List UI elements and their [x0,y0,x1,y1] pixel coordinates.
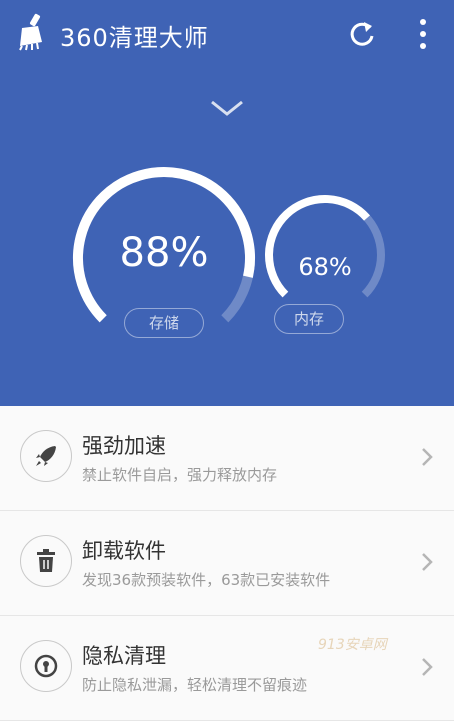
list-item-uninstall[interactable]: 卸载软件 发现36款预装软件，63款已安装软件 [0,511,454,616]
chevron-right-icon [422,658,433,676]
refresh-icon[interactable] [344,16,380,52]
feature-list: 强劲加速 禁止软件自启，强力释放内存 卸载软件 发现36款预装软件，63款已安装… [0,406,454,721]
chevron-right-icon [422,448,433,466]
list-item-privacy[interactable]: 隐私清理 防止隐私泄漏，轻松清理不留痕迹 [0,616,454,721]
storage-percent: 88% [119,230,209,276]
app-title: 360清理大师 [60,24,209,52]
row-subtitle: 防止隐私泄漏，轻松清理不留痕迹 [82,676,308,694]
storage-label[interactable]: 存储 [124,308,204,338]
list-item-speedup[interactable]: 强劲加速 禁止软件自启，强力释放内存 [0,406,454,511]
row-subtitle: 禁止软件自启，强力释放内存 [82,466,278,484]
chevron-right-icon [422,553,433,571]
chevron-down-icon[interactable] [208,97,246,119]
top-bar: 360清理大师 [0,0,454,70]
more-vertical-icon[interactable] [410,14,436,54]
row-subtitle: 发现36款预装软件，63款已安装软件 [82,571,331,589]
trash-icon [20,535,72,587]
memory-percent: 68% [298,253,352,281]
row-title: 强劲加速 [82,434,166,458]
row-title: 卸载软件 [82,539,166,563]
broom-icon [19,13,42,51]
row-title: 隐私清理 [82,644,166,668]
rocket-icon [20,430,72,482]
status-panel: 88% 存储 68% 内存 [0,70,454,406]
watermark: 913安卓网 [318,637,387,653]
memory-label[interactable]: 内存 [274,304,344,334]
lock-icon [20,640,72,692]
